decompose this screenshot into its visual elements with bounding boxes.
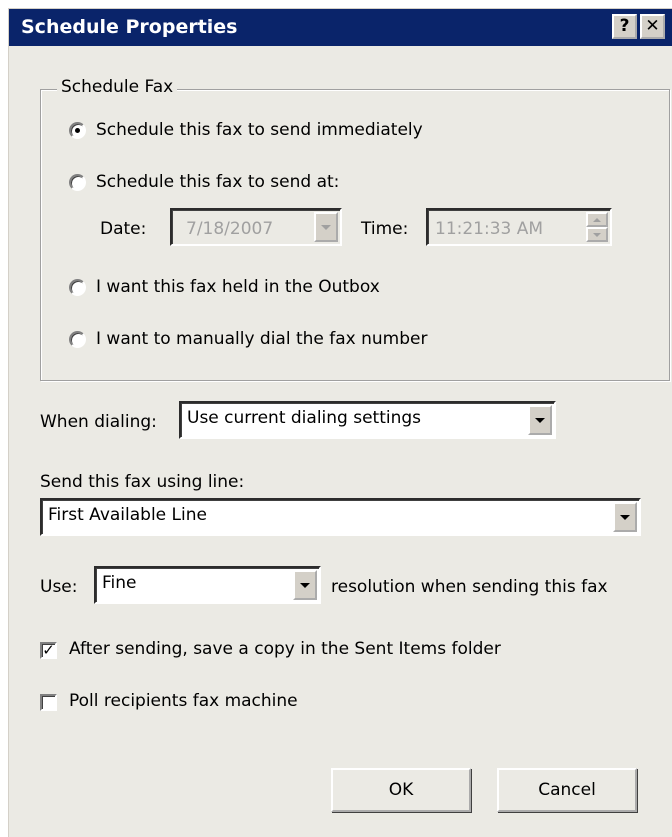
radio-send-at-circle[interactable] xyxy=(69,173,86,191)
radio-send-immediately[interactable]: Schedule this fax to send immediately xyxy=(69,120,423,140)
arrow-down-icon xyxy=(593,232,601,237)
dialog-title: Schedule Properties xyxy=(21,16,238,38)
date-dropdown-button[interactable] xyxy=(314,212,338,242)
arrow-up-icon xyxy=(593,217,601,222)
send-line-value: First Available Line xyxy=(48,505,207,525)
time-picker[interactable]: 11:21:33 AM xyxy=(426,208,612,246)
time-label: Time: xyxy=(361,219,409,239)
radio-hold-outbox-label: I want this fax held in the Outbox xyxy=(96,277,380,297)
chevron-down-icon xyxy=(535,417,545,423)
poll-recipients-label: Poll recipients fax machine xyxy=(69,691,298,711)
date-picker[interactable]: 7/18/2007 xyxy=(170,208,342,246)
save-copy-checkbox[interactable]: ✓ xyxy=(40,642,57,659)
when-dialing-label: When dialing: xyxy=(40,412,157,432)
date-label: Date: xyxy=(100,219,147,239)
schedule-fax-group-label: Schedule Fax xyxy=(57,77,178,97)
time-value: 11:21:33 AM xyxy=(435,219,544,239)
radio-send-immediately-label: Schedule this fax to send immediately xyxy=(96,120,423,140)
chevron-down-icon xyxy=(300,582,310,588)
send-line-dropdown-button[interactable] xyxy=(613,502,637,532)
radio-manual-dial-circle[interactable] xyxy=(69,330,86,348)
radio-send-at-label: Schedule this fax to send at: xyxy=(96,172,340,192)
radio-manual-dial-label: I want to manually dial the fax number xyxy=(96,329,428,349)
title-bar[interactable]: Schedule Properties ? ✕ xyxy=(9,9,672,46)
resolution-value: Fine xyxy=(102,573,137,593)
close-button[interactable]: ✕ xyxy=(640,14,665,39)
spin-up-button[interactable] xyxy=(586,212,608,227)
radio-hold-outbox[interactable]: I want this fax held in the Outbox xyxy=(69,277,380,297)
resolution-select[interactable]: Fine xyxy=(94,566,321,604)
when-dialing-select[interactable]: Use current dialing settings xyxy=(179,401,556,439)
when-dialing-dropdown-button[interactable] xyxy=(528,405,552,435)
cancel-button[interactable]: Cancel xyxy=(497,768,637,812)
radio-send-immediately-circle[interactable] xyxy=(69,121,86,139)
time-spinner[interactable] xyxy=(586,212,608,242)
send-line-label: Send this fax using line: xyxy=(40,472,245,492)
date-value: 7/18/2007 xyxy=(186,219,274,239)
ok-button[interactable]: OK xyxy=(331,768,471,812)
help-button[interactable]: ? xyxy=(612,14,637,39)
radio-manual-dial[interactable]: I want to manually dial the fax number xyxy=(69,329,427,349)
resolution-suffix-label: resolution when sending this fax xyxy=(331,577,608,597)
spin-down-button[interactable] xyxy=(586,227,608,242)
chevron-down-icon xyxy=(620,514,630,520)
save-copy-label: After sending, save a copy in the Sent I… xyxy=(69,639,501,659)
send-line-select[interactable]: First Available Line xyxy=(40,498,641,536)
radio-hold-outbox-circle[interactable] xyxy=(69,278,86,296)
poll-recipients-checkbox[interactable] xyxy=(40,694,57,711)
when-dialing-value: Use current dialing settings xyxy=(187,408,422,428)
use-label: Use: xyxy=(40,577,78,597)
chevron-down-icon xyxy=(321,224,331,230)
resolution-dropdown-button[interactable] xyxy=(293,570,317,600)
radio-send-at[interactable]: Schedule this fax to send at: xyxy=(69,172,339,192)
schedule-properties-dialog: Schedule Properties ? ✕ Schedule Fax Sch… xyxy=(8,8,672,837)
